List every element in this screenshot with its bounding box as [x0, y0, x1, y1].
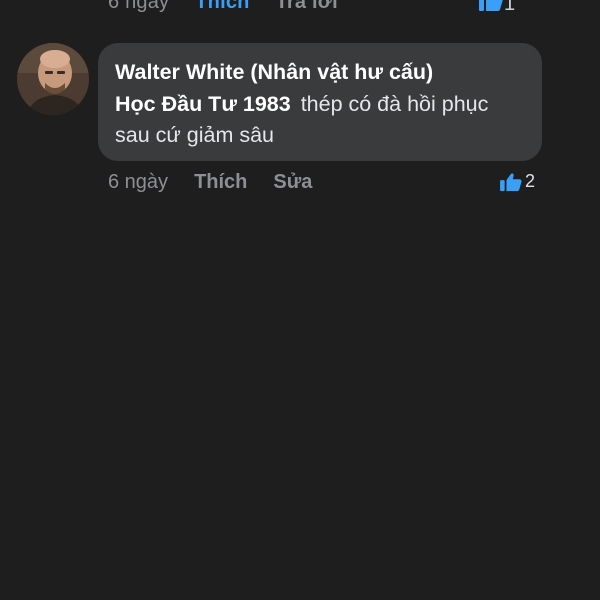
reaction-summary[interactable]: 2	[499, 171, 535, 192]
thumbs-up-icon	[499, 172, 525, 192]
comment-actions: 6 ngày Thích Sửa	[108, 168, 312, 196]
previous-like-button[interactable]: Thích	[195, 0, 249, 14]
comment-body: Học Đầu Tư 1983 thép có đà hồi phục sau c…	[115, 89, 525, 151]
comments-screen: 6 ngày Thích Trả lời 1 Walter White (Nhâ…	[0, 0, 600, 600]
reaction-count: 2	[525, 171, 536, 191]
like-button[interactable]: Thích	[194, 171, 247, 194]
previous-reaction-count: 1	[504, 0, 516, 15]
comment-author[interactable]: Walter White (Nhân vật hư cấu)	[115, 57, 525, 87]
edit-button[interactable]: Sửa	[273, 171, 312, 194]
thumbs-up-icon	[478, 0, 504, 18]
previous-reply-button[interactable]: Trả lời	[276, 0, 338, 14]
comment-time[interactable]: 6 ngày	[108, 171, 168, 194]
comment-bubble[interactable]: Walter White (Nhân vật hư cấu) Học Đầu T…	[98, 43, 542, 161]
previous-comment-time: 6 ngày	[108, 0, 170, 13]
comment-mention[interactable]: Học Đầu Tư 1983	[115, 92, 291, 116]
previous-reaction-summary[interactable]: 1	[478, 0, 515, 18]
avatar[interactable]	[17, 43, 89, 115]
user-avatar-icon	[17, 43, 89, 115]
previous-comment-actions: 6 ngày Thích Trả lời	[108, 0, 518, 13]
